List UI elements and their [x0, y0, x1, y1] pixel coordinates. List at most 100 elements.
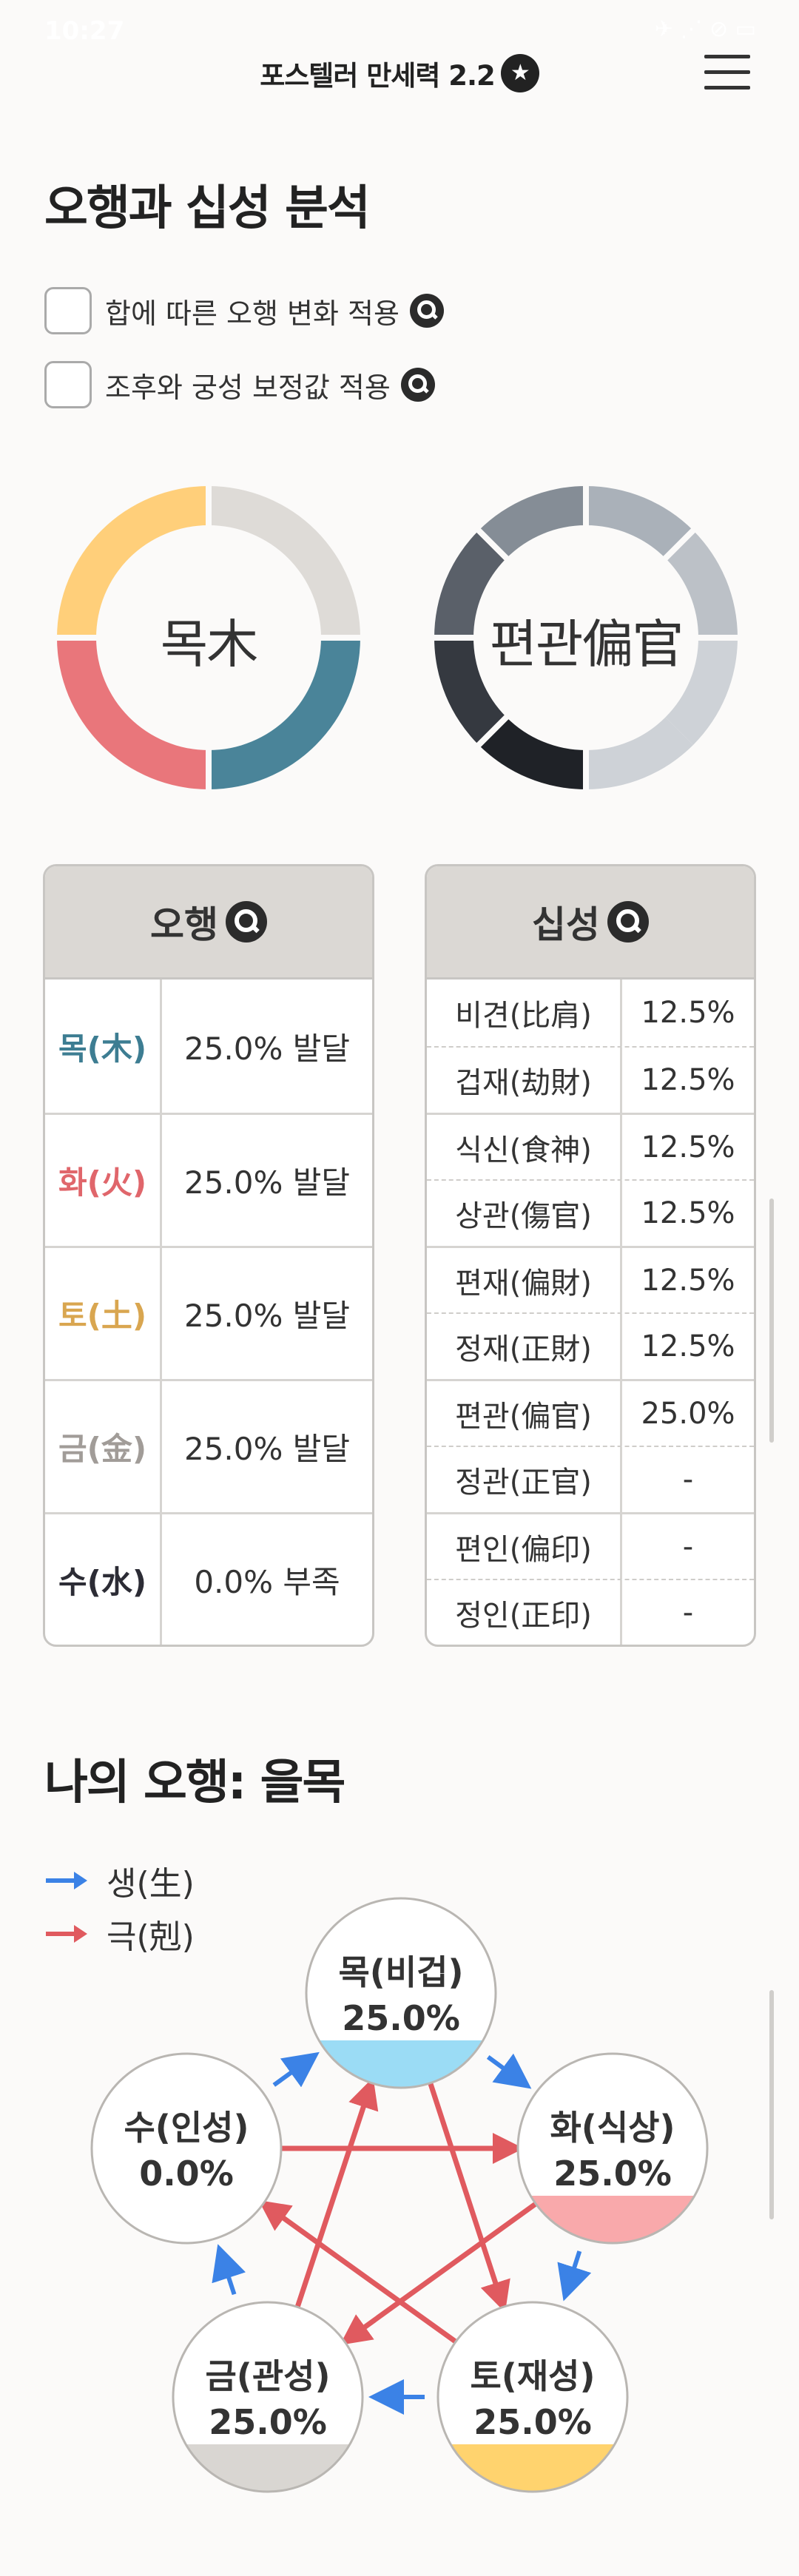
sipseong-value-cell: 12.5% [641, 996, 735, 1030]
menu-icon-bar [704, 70, 750, 74]
saeng-arrow [212, 2244, 246, 2296]
star-icon: ★ [500, 54, 539, 92]
ohaeng-element-cell: 수(水) [45, 1514, 162, 1645]
sipseong-table-row: 편관(偏官) 25.0% [427, 1379, 754, 1446]
sipseong-value-cell: 12.5% [641, 1130, 735, 1164]
ohaeng-table-title: 오행 [150, 903, 218, 946]
sipseong-table-row: 식신(食神) 12.5% [427, 1113, 754, 1179]
sipseong-table-row: 정관(正官) - [427, 1446, 754, 1512]
sipseong-value-cell: - [682, 1463, 694, 1497]
geuk-arrow [425, 2077, 510, 2313]
sipseong-table-row: 편재(偏財) 12.5% [427, 1246, 754, 1312]
ohaeng-element-cell: 토(土) [45, 1248, 162, 1379]
node-fill-level [518, 2196, 707, 2243]
node-name: 금(관성) [205, 2356, 330, 2396]
sipseong-name-cell: 정관(正官) [427, 1447, 622, 1512]
sipseong-table-row: 정인(正印) - [427, 1579, 754, 1645]
ohaeng-node[interactable]: 금(관성) 25.0% [172, 2301, 364, 2493]
option-label: 조후와 궁성 보정값 적용 [105, 371, 391, 404]
sipseong-name-cell: 식신(食神) [427, 1115, 622, 1179]
status-time: 10:27 [44, 16, 125, 46]
node-percentage: 25.0% [209, 2402, 327, 2442]
sipseong-table-row: 겁재(劫財) 12.5% [427, 1046, 754, 1113]
ohaeng-node[interactable]: 수(인성) 0.0% [90, 2052, 283, 2245]
ohaeng-table-row: 토(土) 25.0% 발달 [45, 1246, 372, 1379]
ohaeng-node[interactable]: 목(비겁) 25.0% [305, 1897, 497, 2089]
sipseong-value-cell: - [682, 1529, 694, 1564]
sipseong-name-cell: 정재(正財) [427, 1314, 622, 1379]
sipseong-value-cell: 12.5% [641, 1196, 735, 1230]
ohaeng-value-cell: 25.0% 발달 [183, 1431, 351, 1467]
sipseong-table-title: 십성 [532, 903, 600, 946]
sipseong-name-cell: 겁재(劫財) [427, 1048, 622, 1113]
ohaeng-table: 오행 목(木) 25.0% 발달 화(火) 25.0% 발달 토(土) 25.0% 발달 금… [43, 864, 374, 1647]
node-name: 수(인성) [124, 2108, 249, 2148]
node-name: 목(비겁) [338, 1952, 463, 1992]
option-label: 합에 따른 오행 변화 적용 [105, 297, 400, 330]
sipseong-name-cell: 편관(偏官) [427, 1381, 622, 1446]
ohaeng-element-cell: 금(金) [45, 1381, 162, 1512]
ohaeng-table-row: 화(火) 25.0% 발달 [45, 1113, 372, 1246]
ohaeng-table-body: 목(木) 25.0% 발달 화(火) 25.0% 발달 토(土) 25.0% 발달 금(金)… [45, 980, 372, 1645]
ohaeng-element-cell: 목(木) [45, 980, 162, 1113]
scrollbar[interactable] [769, 1990, 774, 2219]
app-header: 10:27 ✈ ⋰ ⊘ ▭ 포스텔러 만세력 2.2 ★ [0, 0, 799, 141]
search-icon[interactable] [226, 901, 267, 943]
sipseong-table-body: 비견(比肩) 12.5% 겁재(劫財) 12.5% 식신(食神) 12.5% 상관(傷官) 1… [427, 980, 754, 1645]
menu-icon-bar [704, 86, 750, 90]
saeng-arrow [272, 2051, 320, 2088]
ohaeng-table-row: 수(水) 0.0% 부족 [45, 1512, 372, 1645]
node-percentage: 25.0% [342, 1998, 460, 2038]
sipseong-table-header: 십성 [427, 866, 754, 980]
search-icon[interactable] [607, 901, 649, 943]
status-icons: ✈ ⋰ ⊘ ▭ [654, 16, 756, 42]
section-heading-analysis: 오행과 십성 분석 [44, 181, 371, 236]
ohaeng-value-cell: 25.0% 발달 [183, 1164, 351, 1201]
sipseong-table: 십성 비견(比肩) 12.5% 겁재(劫財) 12.5% 식신(食神) 12.5% 상관(傷… [425, 864, 756, 1647]
menu-button[interactable] [704, 53, 750, 92]
sipseong-value-cell: 25.0% [641, 1396, 735, 1431]
ohaeng-value-cell: 0.0% 부족 [194, 1564, 340, 1600]
sipseong-name-cell: 비견(比肩) [427, 980, 622, 1046]
node-fill-level [306, 2040, 496, 2088]
ohaeng-value-cell: 25.0% 발달 [183, 1298, 351, 1334]
ohaeng-cycle-diagram: 목(비겁) 25.0% 화(식상) 25.0% 토(재성) 25.0% 금(관성) 25.0%… [90, 1897, 709, 2493]
ohaeng-table-row: 금(金) 25.0% 발달 [45, 1379, 372, 1512]
search-icon[interactable] [409, 294, 444, 328]
search-icon[interactable] [400, 368, 435, 402]
sipseong-name-cell: 편인(偏印) [427, 1514, 622, 1579]
node-percentage: 25.0% [553, 2154, 672, 2194]
sipseong-table-row: 정재(正財) 12.5% [427, 1312, 754, 1379]
sipseong-table-row: 편인(偏印) - [427, 1512, 754, 1579]
checkbox-hap-change[interactable] [44, 287, 92, 334]
node-fill-level [173, 2444, 363, 2492]
checkbox-johu-correction[interactable] [44, 361, 92, 408]
sipseong-table-row: 비견(比肩) 12.5% [427, 980, 754, 1046]
sipseong-value-cell: - [682, 1596, 694, 1630]
geuk-arrow [293, 2077, 379, 2314]
saeng-arrow [557, 2250, 592, 2302]
ohaeng-element-cell: 화(火) [45, 1115, 162, 1246]
option-johu-correction[interactable]: 조후와 궁성 보정값 적용 [44, 358, 435, 411]
ohaeng-node[interactable]: 토(재성) 25.0% [436, 2301, 629, 2493]
app-title-text: 포스텔러 만세력 2.2 [260, 60, 496, 92]
node-name: 토(재성) [470, 2356, 595, 2396]
ohaeng-value-cell: 25.0% 발달 [183, 1030, 351, 1067]
node-name: 화(식상) [550, 2108, 675, 2148]
sipseong-donut-label: 편관偏官 [489, 614, 684, 675]
ohaeng-donut-label: 목木 [160, 614, 258, 675]
sipseong-value-cell: 12.5% [641, 1263, 735, 1298]
sipseong-value-cell: 12.5% [641, 1063, 735, 1097]
sipseong-name-cell: 정인(正印) [427, 1580, 622, 1645]
scrollbar[interactable] [769, 1198, 774, 1443]
node-percentage: 25.0% [473, 2402, 592, 2442]
option-hap-change[interactable]: 합에 따른 오행 변화 적용 [44, 284, 444, 337]
ohaeng-node[interactable]: 화(식상) 25.0% [516, 2052, 709, 2245]
sipseong-table-row: 상관(傷官) 12.5% [427, 1179, 754, 1246]
ohaeng-table-row: 목(木) 25.0% 발달 [45, 980, 372, 1113]
node-percentage: 0.0% [139, 2154, 234, 2194]
app-title: 포스텔러 만세력 2.2 ★ [0, 53, 799, 93]
sipseong-value-cell: 12.5% [641, 1329, 735, 1363]
menu-icon [704, 55, 750, 58]
saeng-arrow [486, 2053, 532, 2089]
